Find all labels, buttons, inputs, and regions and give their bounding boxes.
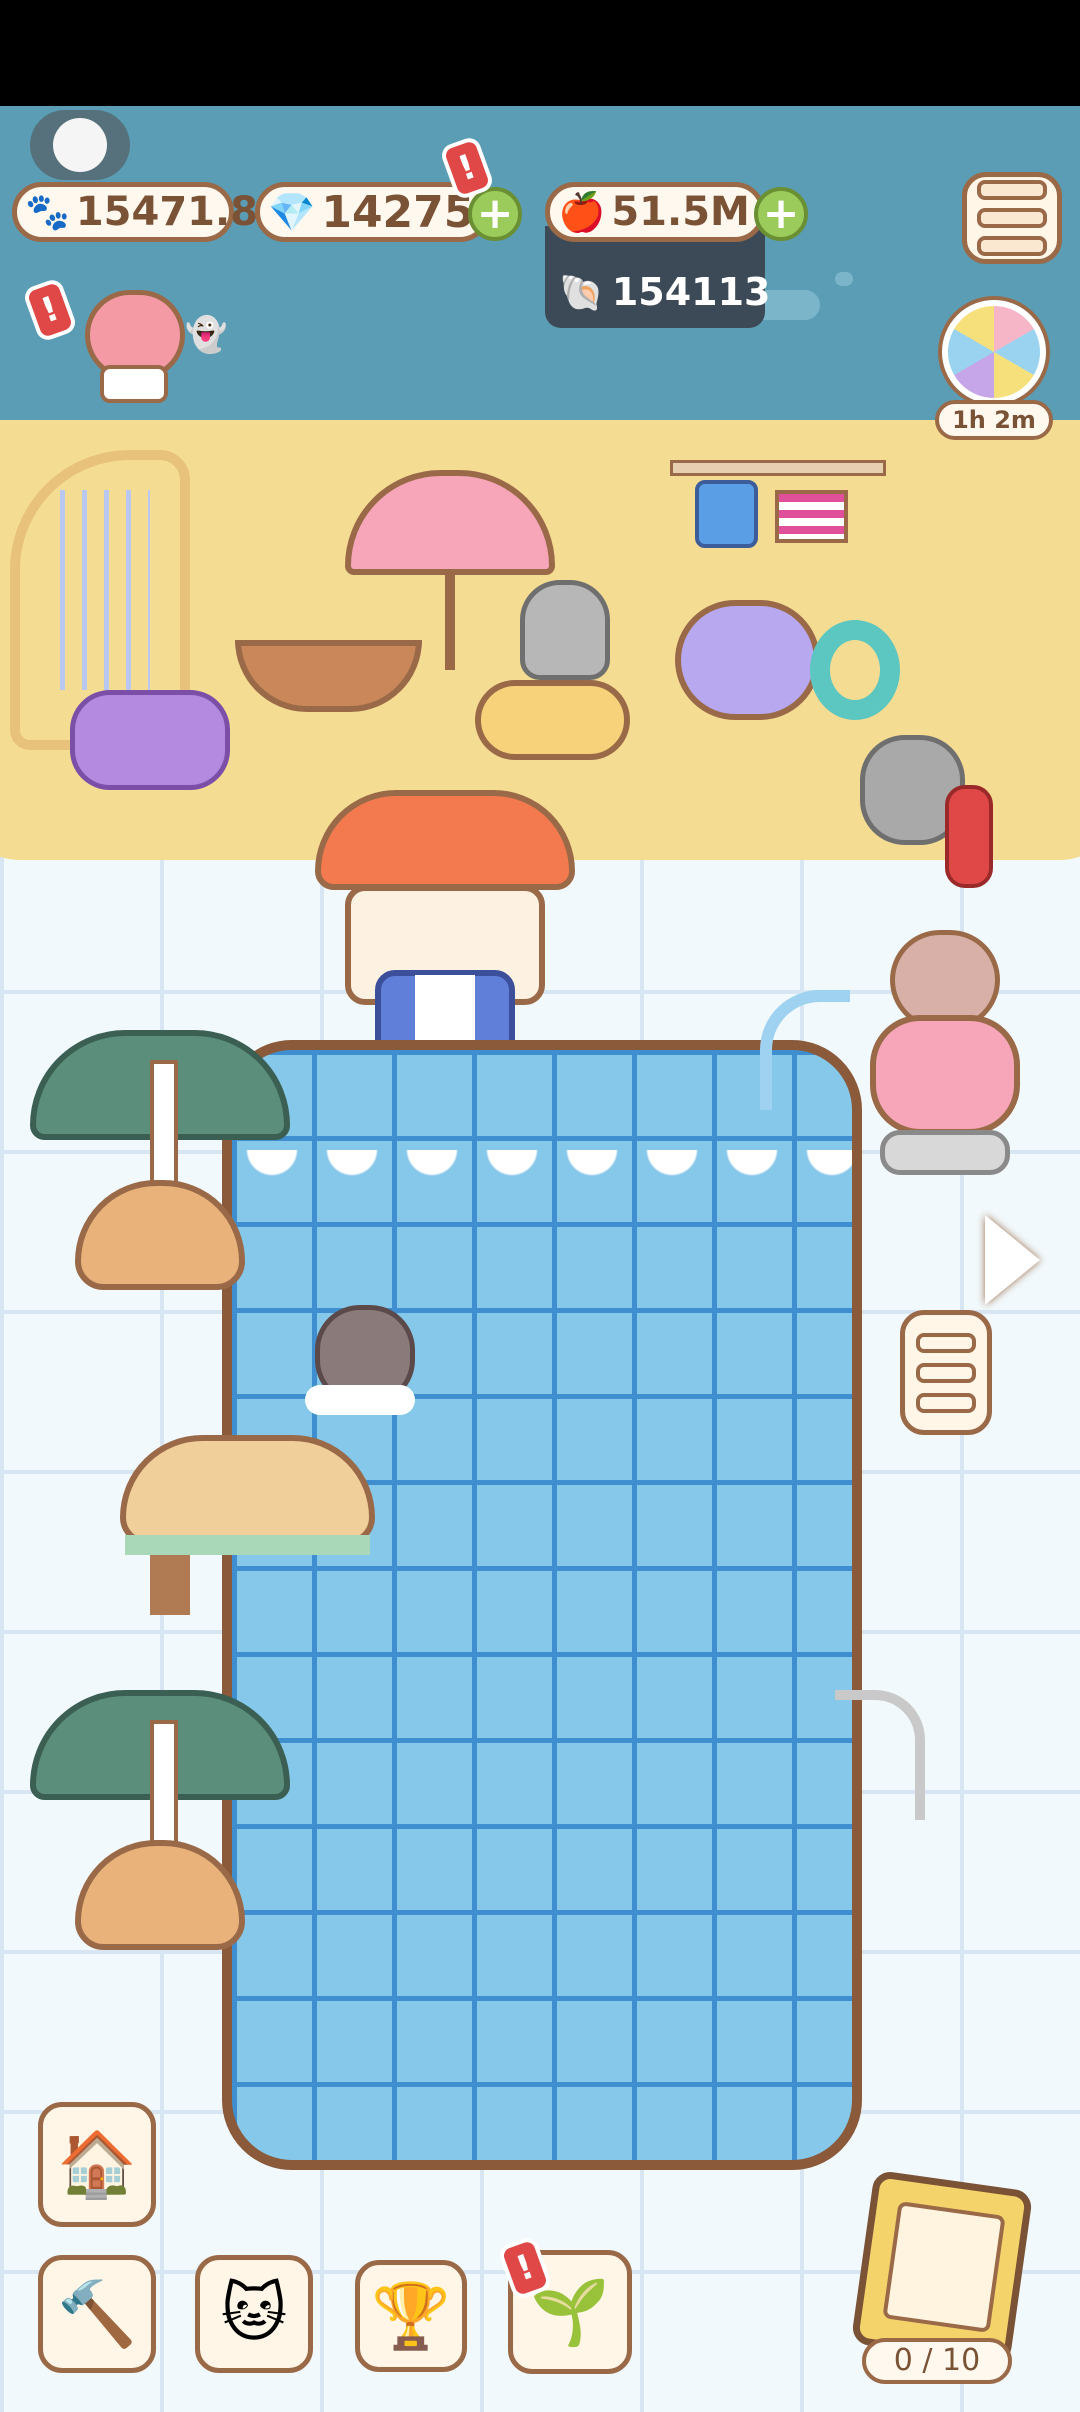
profile-toggle-button[interactable]	[30, 110, 130, 180]
swimsuit-rack-decoration[interactable]	[670, 450, 886, 590]
list-icon	[916, 1332, 976, 1413]
fruit-value: 51.5M	[611, 189, 750, 235]
status-bar	[0, 0, 1080, 106]
mascot-character[interactable]	[70, 270, 190, 403]
task-list-button[interactable]	[900, 1310, 992, 1435]
spin-wheel-button[interactable]: 1h 2m	[935, 300, 1053, 445]
palm-planter-bottom[interactable]	[30, 1690, 290, 1960]
ribbon-bow	[70, 690, 230, 790]
bread-bench[interactable]	[120, 1435, 375, 1615]
hammer-icon: 🔨	[57, 2277, 137, 2352]
menu-icon	[977, 180, 1047, 256]
lifeguard-cat[interactable]	[850, 725, 1000, 895]
seal-swimmer[interactable]	[305, 1305, 415, 1415]
paw-currency-counter: 🐾 15471.8	[12, 182, 258, 242]
swim-ring-teal[interactable]	[810, 620, 900, 720]
house-button[interactable]: 🏠	[38, 2102, 156, 2227]
paw-currency-value: 15471.8	[75, 189, 259, 235]
add-fruit-button[interactable]: +	[754, 187, 808, 241]
spin-wheel-icon	[942, 300, 1046, 404]
trophy-icon: 🏆	[371, 2279, 451, 2354]
swim-ring-stack[interactable]	[675, 600, 820, 720]
palm-planter-top[interactable]	[30, 1030, 290, 1300]
pool-ladder[interactable]	[835, 1690, 925, 1820]
fruit-icon: 🍎	[558, 189, 606, 234]
cat-in-bucket[interactable]	[475, 580, 635, 770]
paw-icon: 🐾	[25, 192, 70, 233]
toggle-knob	[53, 118, 107, 172]
cat-icon: 🐱	[220, 2277, 288, 2351]
house-icon: 🏠	[57, 2128, 137, 2202]
add-gems-button[interactable]: +	[468, 187, 522, 241]
shell-icon: 🐚	[559, 273, 604, 314]
pool-water-wave	[232, 1150, 852, 1190]
mouse-character[interactable]	[850, 930, 1050, 1190]
album-counter: 0 / 10	[862, 2338, 1012, 2384]
album-book-button[interactable]: 0 / 10	[850, 2169, 1034, 2390]
gem-icon: 💎	[268, 189, 316, 234]
cats-button[interactable]: 🐱	[195, 2255, 313, 2373]
fruit-counter: 🍎 51.5M	[545, 182, 765, 242]
shell-value: 154113	[611, 270, 771, 314]
build-button[interactable]: 🔨	[38, 2255, 156, 2373]
play-arrow-icon[interactable]	[985, 1215, 1040, 1305]
gem-value: 14275	[321, 186, 475, 238]
menu-button[interactable]	[962, 172, 1062, 264]
ghost-icon: 👻	[185, 315, 228, 355]
wheel-timer: 1h 2m	[935, 400, 1053, 440]
sea-ripple	[835, 272, 853, 286]
trophy-button[interactable]: 🏆	[355, 2260, 467, 2372]
